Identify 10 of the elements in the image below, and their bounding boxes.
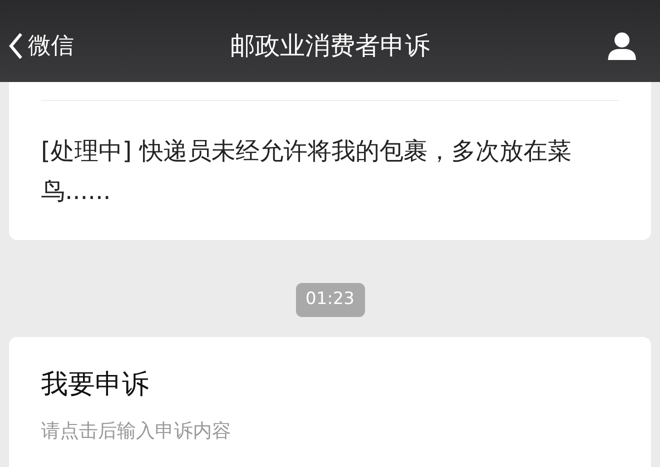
back-button[interactable]: 微信 (0, 28, 74, 64)
person-icon (606, 31, 638, 61)
appeal-card[interactable]: 我要申诉 请点击后输入申诉内容 (9, 336, 651, 467)
appeal-hint: 请点击后输入申诉内容 (41, 419, 232, 444)
timestamp: 01:23 (296, 283, 364, 316)
complaint-text: [处理中] 快递员未经允许将我的包裹，多次放在菜鸟...... (41, 136, 572, 207)
profile-button[interactable] (606, 31, 638, 61)
complaint-card[interactable]: [处理中] 快递员未经允许将我的包裹，多次放在菜鸟...... (9, 82, 651, 240)
appeal-title: 我要申诉 (41, 368, 150, 402)
page-title: 邮政业消费者申诉 (230, 30, 430, 62)
